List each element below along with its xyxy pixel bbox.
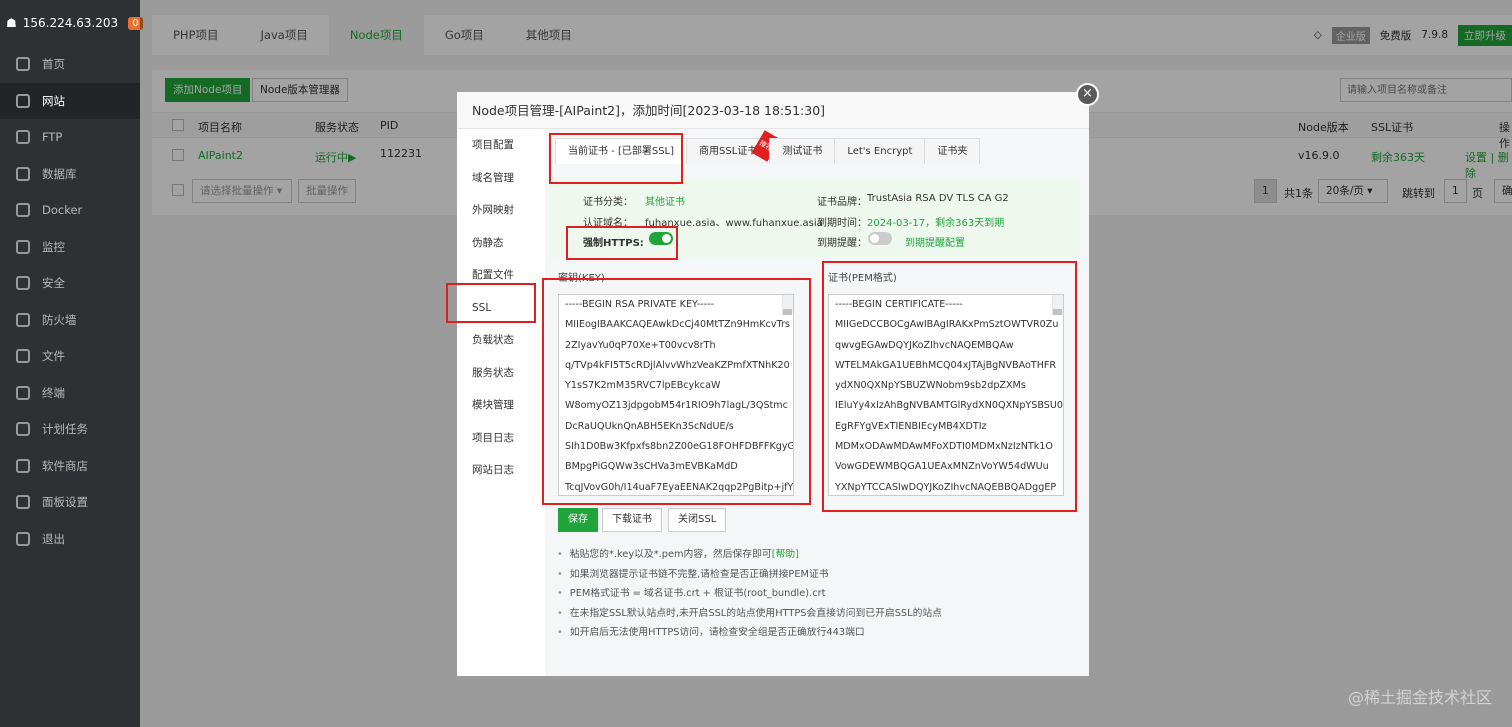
download-cert-button[interactable]: 下载证书 bbox=[602, 508, 662, 532]
modal-menu-item[interactable]: 外网映射 bbox=[457, 194, 545, 227]
terminal-icon bbox=[16, 385, 30, 400]
tip-item: 在未指定SSL默认站点时,未开启SSL的站点使用HTTPS会直接访问到已开启SS… bbox=[557, 604, 942, 624]
globe-icon bbox=[16, 93, 30, 108]
sidebar-item-label: 软件商店 bbox=[42, 458, 88, 473]
firewall-icon bbox=[16, 312, 30, 327]
calendar-icon bbox=[16, 422, 30, 437]
ftp-icon bbox=[16, 130, 30, 145]
sidebar-item-8[interactable]: 文件 bbox=[0, 338, 140, 375]
sidebar-item-label: 数据库 bbox=[42, 166, 77, 181]
cert-expire-value: 2024-03-17，剩余363天到期 bbox=[867, 218, 1005, 229]
tip-item: PEM格式证书 = 域名证书.crt + 根证书(root_bundle).cr… bbox=[557, 584, 942, 604]
sidebar-item-label: 网站 bbox=[42, 93, 65, 108]
gear-icon bbox=[16, 495, 30, 510]
modal-menu-item[interactable]: 服务状态 bbox=[457, 357, 545, 390]
tab-cert-folder[interactable]: 证书夹 bbox=[924, 138, 981, 164]
server-icon: ☗ bbox=[6, 16, 17, 30]
sidebar-item-0[interactable]: 首页 bbox=[0, 46, 140, 83]
toggle-off bbox=[868, 232, 892, 245]
sidebar-item-label: 监控 bbox=[42, 239, 65, 254]
tip-item: 如果浏览器提示证书链不完整,请检查是否正确拼接PEM证书 bbox=[557, 565, 942, 585]
sidebar-item-6[interactable]: 安全 bbox=[0, 265, 140, 302]
cert-brand-value: TrustAsia RSA DV TLS CA G2 bbox=[867, 193, 1009, 204]
shield-icon bbox=[16, 276, 30, 291]
modal-menu-item[interactable]: 项目日志 bbox=[457, 422, 545, 455]
folder-icon bbox=[16, 349, 30, 364]
cert-category-label: 证书分类： bbox=[583, 197, 633, 208]
cert-expire-label: 到期时间： bbox=[817, 218, 867, 229]
tab-test-cert[interactable]: 测试证书 bbox=[769, 138, 836, 164]
sidebar-item-label: 安全 bbox=[42, 276, 65, 291]
docker-icon bbox=[16, 203, 30, 218]
sidebar-item-label: 面板设置 bbox=[42, 495, 88, 510]
sidebar-item-9[interactable]: 终端 bbox=[0, 375, 140, 412]
sidebar-item-1[interactable]: 网站 bbox=[0, 82, 140, 119]
expire-remind-config-link[interactable]: 到期提醒配置 bbox=[905, 234, 965, 249]
database-icon bbox=[16, 166, 30, 181]
help-link[interactable]: [帮助] bbox=[772, 549, 799, 560]
modal-title: Node项目管理-[AIPaint2]，添加时间[2023-03-18 18:5… bbox=[457, 92, 1089, 129]
sidebar-item-5[interactable]: 监控 bbox=[0, 229, 140, 266]
cert-category-value: 其他证书 bbox=[645, 197, 685, 208]
sidebar-item-11[interactable]: 软件商店 bbox=[0, 448, 140, 485]
sidebar: ☗ 156.224.63.203 0 首页网站 FTP 数据库 Docker 监控安全防… bbox=[0, 0, 143, 727]
server-header: ☗ 156.224.63.203 0 bbox=[0, 0, 143, 46]
close-ssl-button[interactable]: 关闭SSL bbox=[668, 508, 727, 532]
sidebar-item-label: 文件 bbox=[42, 349, 65, 364]
tip-item: 粘贴您的*.key以及*.pem内容，然后保存即可[帮助] bbox=[557, 545, 942, 565]
expire-remind-label: 到期提醒： bbox=[817, 238, 867, 249]
modal-menu-item[interactable]: 模块管理 bbox=[457, 389, 545, 422]
monitor-icon bbox=[16, 239, 30, 254]
watermark: @稀土掘金技术社区 bbox=[1347, 688, 1492, 707]
save-button[interactable]: 保存 bbox=[558, 508, 598, 532]
modal-menu-item[interactable]: 项目配置 bbox=[457, 129, 545, 162]
sidebar-item-4[interactable]: Docker bbox=[0, 192, 140, 229]
sidebar-item-label: 退出 bbox=[42, 531, 65, 546]
sidebar-item-label: 终端 bbox=[42, 385, 65, 400]
sidebar-item-7[interactable]: 防火墙 bbox=[0, 302, 140, 339]
server-ip: 156.224.63.203 bbox=[22, 16, 119, 30]
tab-commercial-label: 商用SSL证书 bbox=[699, 146, 758, 157]
sidebar-item-label: 首页 bbox=[42, 57, 65, 72]
sidebar-item-label: Docker bbox=[42, 203, 83, 218]
sidebar-item-label: 防火墙 bbox=[42, 312, 77, 327]
tab-lets-encrypt[interactable]: Let's Encrypt bbox=[834, 138, 926, 164]
sidebar-item-13[interactable]: 退出 bbox=[0, 521, 140, 558]
modal-menu-item[interactable]: 网站日志 bbox=[457, 454, 545, 487]
sidebar-item-label: FTP bbox=[42, 130, 63, 145]
tab-commercial-ssl[interactable]: 商用SSL证书 推荐 bbox=[686, 130, 781, 164]
logout-icon bbox=[16, 531, 30, 546]
modal-close-button[interactable]: × bbox=[1076, 83, 1099, 106]
sidebar-item-12[interactable]: 面板设置 bbox=[0, 484, 140, 521]
sidebar-item-label: 计划任务 bbox=[42, 422, 88, 437]
home-icon bbox=[16, 57, 30, 72]
highlight-box bbox=[446, 283, 536, 323]
sidebar-item-3[interactable]: 数据库 bbox=[0, 156, 140, 193]
modal-menu-item[interactable]: 负载状态 bbox=[457, 324, 545, 357]
highlight-box bbox=[566, 226, 678, 260]
highlight-box bbox=[542, 278, 811, 505]
tip-item: 如开启后无法使用HTTPS访问，请检查安全组是否正确放行443端口 bbox=[557, 623, 942, 643]
tip-paste: 粘贴您的*.key以及*.pem内容，然后保存即可 bbox=[569, 549, 772, 560]
sidebar-item-2[interactable]: FTP bbox=[0, 119, 140, 156]
ssl-tips: 粘贴您的*.key以及*.pem内容，然后保存即可[帮助] 如果浏览器提示证书链… bbox=[557, 545, 942, 643]
store-icon bbox=[16, 458, 30, 473]
highlight-box bbox=[822, 261, 1077, 512]
expire-remind-toggle[interactable] bbox=[868, 232, 892, 245]
modal-menu-item[interactable]: 伪静态 bbox=[457, 227, 545, 260]
highlight-box bbox=[549, 133, 683, 184]
cert-brand-label: 证书品牌： bbox=[817, 197, 867, 208]
modal-menu-item[interactable]: 域名管理 bbox=[457, 162, 545, 195]
sidebar-item-10[interactable]: 计划任务 bbox=[0, 411, 140, 448]
modal-menu: 项目配置 域名管理 外网映射 伪静态 配置文件 SSL 负载状态 服务状态 模块管理 项目日志 网站… bbox=[457, 129, 545, 676]
